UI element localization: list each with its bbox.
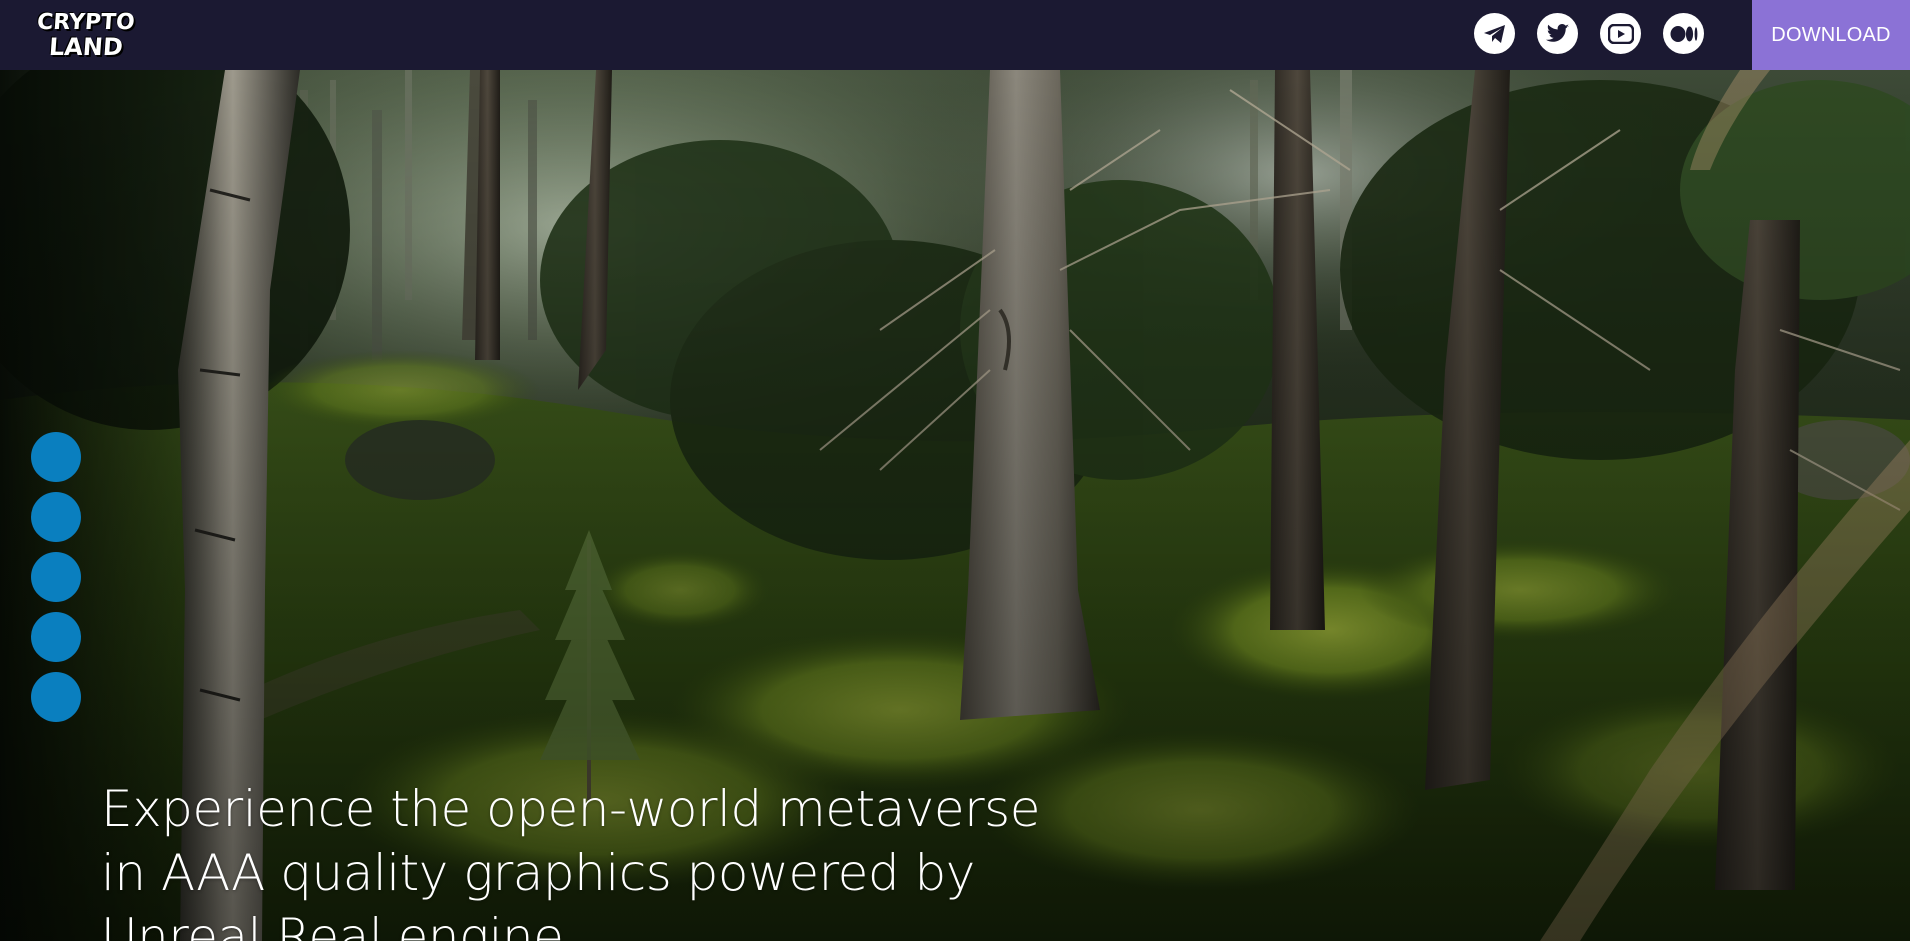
headline-line-3: Unreal Real engine [101,908,564,941]
hero-headline: Experience the open-world metaverse in A… [101,777,1081,941]
slide-dot-2[interactable] [31,492,81,542]
youtube-icon [1607,23,1634,44]
twitter-link[interactable] [1537,13,1578,54]
headline-line-2: in AAA quality graphics powered by [101,844,975,902]
slide-navigation-dots [31,432,81,722]
youtube-link[interactable] [1600,13,1641,54]
medium-link[interactable] [1663,13,1704,54]
hero-forest-background: Experience the open-world metaverse in A… [0,70,1910,941]
slide-dot-1[interactable] [31,432,81,482]
download-button[interactable]: DOWNLOAD [1752,0,1910,70]
headline-line-1: Experience the open-world metaverse [101,780,1041,838]
medium-icon [1670,25,1697,42]
twitter-icon [1545,23,1569,42]
logo-line-2: LAND [48,33,124,61]
telegram-link[interactable] [1474,13,1515,54]
top-navigation-bar: CRYPTO LAND DOWNLOAD [0,0,1910,70]
slide-dot-5[interactable] [31,672,81,722]
slide-dot-4[interactable] [31,612,81,662]
page: CRYPTO LAND DOWNLOAD Experience the open… [0,0,1910,941]
slide-dot-3[interactable] [31,552,81,602]
telegram-icon [1483,24,1505,43]
social-links [1474,13,1704,54]
logo-line-1: CRYPTO [36,10,136,35]
crypto-land-logo[interactable]: CRYPTO LAND [24,8,148,62]
